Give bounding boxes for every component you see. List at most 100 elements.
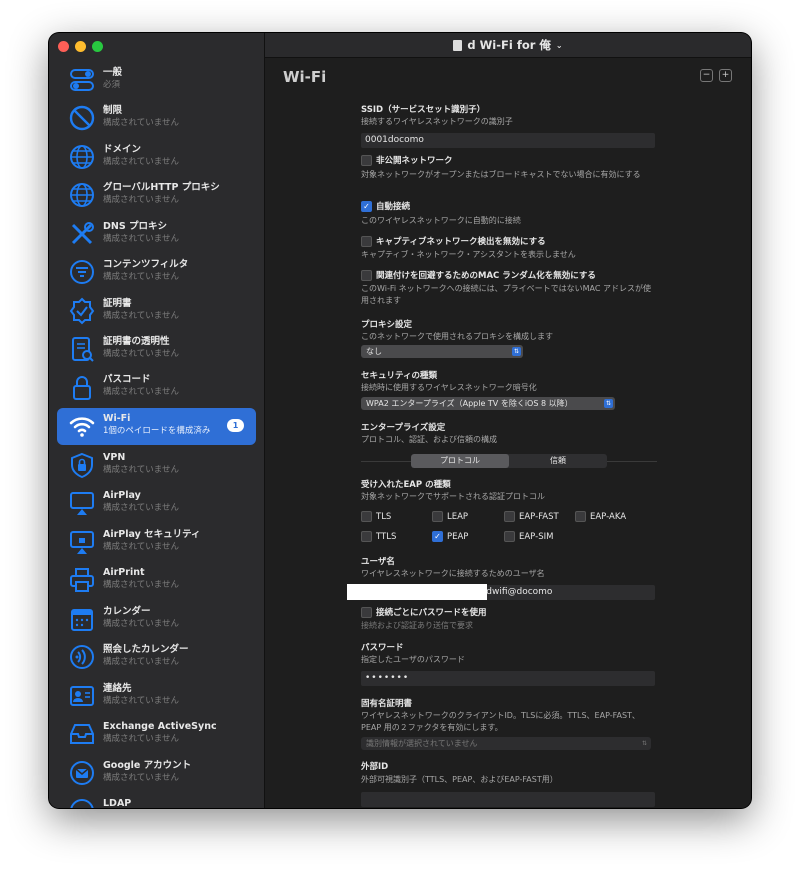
sidebar-item[interactable]: DNS プロキシ 構成されていません bbox=[57, 216, 256, 253]
hidden-network-desc: 対象ネットワークがオープンまたはブロードキャストでない場合に有効にする bbox=[361, 170, 641, 179]
title-bar[interactable]: d Wi-Fi for 俺 ⌄ bbox=[265, 33, 751, 58]
sidebar-item-subtitle: 構成されていません bbox=[103, 465, 179, 475]
sidebar-item[interactable]: 証明書の透明性 構成されていません bbox=[57, 331, 256, 368]
password-field[interactable]: ••••••• bbox=[361, 671, 655, 686]
checkbox-box[interactable] bbox=[361, 235, 372, 247]
proxy-popup[interactable]: なし ⇅ bbox=[361, 345, 523, 358]
sidebar-item[interactable]: グローバルHTTP プロキシ 構成されていません bbox=[57, 177, 256, 214]
per-connection-password-checkbox[interactable]: 接続ごとにパスワードを使用 bbox=[361, 606, 487, 618]
tab-trust[interactable]: 信頼 bbox=[509, 454, 607, 468]
sidebar-item-subtitle: 1個のペイロードを構成済み bbox=[103, 426, 211, 436]
eap-leap-checkbox[interactable]: LEAP bbox=[432, 511, 468, 522]
security-value: WPA2 エンタープライズ（Apple TV を除くiOS 8 以降） bbox=[366, 399, 573, 408]
sidebar-item-text: ドメイン 構成されていません bbox=[103, 143, 179, 169]
captive-checkbox[interactable]: キャプティブネットワーク検出を無効にする bbox=[361, 235, 546, 247]
username-desc: ワイヤレスネットワークに接続するためのユーザ名 bbox=[361, 569, 545, 578]
checkbox-box[interactable] bbox=[361, 511, 372, 522]
minimize-window-button[interactable] bbox=[75, 41, 86, 52]
checkbox-box[interactable] bbox=[361, 269, 372, 281]
eap-sim-label: EAP-SIM bbox=[519, 531, 554, 542]
sidebar-item[interactable]: ドメイン 構成されていません bbox=[57, 139, 256, 176]
sidebar-item-title: パスコード bbox=[103, 374, 151, 385]
sidebar-item[interactable]: Exchange ActiveSync 構成されていません bbox=[57, 716, 256, 753]
airplay-icon bbox=[67, 488, 97, 518]
mac-random-checkbox[interactable]: 関連付けを回避するためのMAC ランダム化を無効にする bbox=[361, 269, 596, 281]
security-label: セキュリティの種類 bbox=[361, 371, 437, 381]
sidebar-item-text: 連絡先 構成されていません bbox=[103, 682, 179, 708]
window-title: d Wi-Fi for 俺 bbox=[467, 38, 551, 52]
sidebar-item-subtitle: 構成されていません bbox=[103, 542, 179, 552]
enterprise-desc: プロトコル、認証、および信頼の構成 bbox=[361, 435, 497, 444]
hidden-network-checkbox[interactable]: 非公開ネットワーク bbox=[361, 154, 453, 166]
sidebar-item[interactable]: 一般 必須 bbox=[57, 62, 256, 99]
tools-icon bbox=[67, 219, 97, 249]
google-mail-icon bbox=[67, 758, 97, 788]
sidebar-item[interactable]: 制限 構成されていません bbox=[57, 100, 256, 137]
sidebar-item[interactable]: 照会したカレンダー 構成されていません bbox=[57, 639, 256, 676]
checkbox-box[interactable] bbox=[504, 531, 515, 542]
eap-aka-label: EAP-AKA bbox=[590, 511, 627, 522]
app-window: 一般 必須 制限 構成されていません ドメイン 構成されていません グローバルHTTP プロ… bbox=[49, 33, 751, 808]
eap-tls-checkbox[interactable]: TLS bbox=[361, 511, 391, 522]
sidebar-item-title: AirPlay bbox=[103, 490, 141, 501]
eap-aka-checkbox[interactable]: EAP-AKA bbox=[575, 511, 626, 522]
sidebar-item-text: コンテンツフィルタ 構成されていません bbox=[103, 258, 188, 284]
checkbox-box[interactable]: ✓ bbox=[361, 200, 372, 212]
eap-tls-label: TLS bbox=[376, 511, 392, 522]
outer-identity-label: 外部ID bbox=[361, 762, 389, 772]
sidebar-item-text: 一般 必須 bbox=[103, 66, 122, 92]
sidebar-item[interactable]: パスコード 構成されていません bbox=[57, 369, 256, 406]
sidebar-item[interactable]: 証明書構成されていません bbox=[57, 293, 256, 330]
security-popup[interactable]: WPA2 エンタープライズ（Apple TV を除くiOS 8 以降） ⇅ bbox=[361, 397, 615, 410]
sidebar-item[interactable]: カレンダー 構成されていません bbox=[57, 601, 256, 638]
checkbox-box[interactable]: ✓ bbox=[432, 531, 443, 542]
sidebar-item-title: 制限 bbox=[103, 105, 123, 116]
ssid-field[interactable]: 0001docomo bbox=[361, 133, 655, 148]
sidebar-item[interactable]: AirPlay セキュリティ 構成されていません bbox=[57, 524, 256, 561]
sidebar-item[interactable]: Wi-Fi 1個のペイロードを構成済み 1 bbox=[57, 408, 256, 445]
zoom-window-button[interactable] bbox=[92, 41, 103, 52]
sidebar-item-subtitle: 構成されていません bbox=[103, 311, 179, 321]
eap-ttls-checkbox[interactable]: TTLS bbox=[361, 531, 396, 542]
eap-sim-checkbox[interactable]: EAP-SIM bbox=[504, 531, 553, 542]
eap-peap-checkbox[interactable]: ✓ PEAP bbox=[432, 531, 468, 542]
checkbox-box[interactable] bbox=[504, 511, 515, 522]
sidebar-item[interactable]: VPN 構成されていません bbox=[57, 447, 256, 484]
sidebar-item[interactable]: 連絡先 構成されていません bbox=[57, 678, 256, 715]
auto-join-label: 自動接続 bbox=[376, 202, 411, 212]
eap-fast-checkbox[interactable]: EAP-FAST bbox=[504, 511, 559, 522]
filter-icon bbox=[67, 257, 97, 287]
remove-payload-button[interactable]: − bbox=[700, 69, 713, 82]
sidebar-item[interactable]: AirPrint 構成されていません bbox=[57, 562, 256, 599]
proxy-value: なし bbox=[366, 347, 382, 356]
sidebar-item[interactable]: Google アカウント 構成されていません bbox=[57, 755, 256, 792]
identity-cert-popup[interactable]: 識別情報が選択されていません ⇅ bbox=[361, 737, 651, 750]
sidebar-item-title: Google アカウント bbox=[103, 760, 192, 771]
sidebar-item-text: AirPlay 構成されていません bbox=[103, 489, 179, 515]
checkbox-box[interactable] bbox=[575, 511, 586, 522]
sidebar-item-title: 照会したカレンダー bbox=[103, 644, 189, 655]
auto-join-checkbox[interactable]: ✓ 自動接続 bbox=[361, 200, 410, 212]
airplay-security-icon bbox=[67, 527, 97, 557]
sidebar-item[interactable]: AirPlay 構成されていません bbox=[57, 485, 256, 522]
sidebar-item-title: カレンダー bbox=[103, 606, 151, 617]
sidebar-item-title: DNS プロキシ bbox=[103, 221, 167, 232]
tab-protocol[interactable]: プロトコル bbox=[411, 454, 509, 468]
checkbox-box[interactable] bbox=[361, 531, 372, 542]
sidebar-item[interactable]: コンテンツフィルタ 構成されていません bbox=[57, 254, 256, 291]
mac-random-desc: このWi-Fi ネットワークへの接続には、プライベートではないMAC アドレスが… bbox=[361, 284, 651, 305]
add-payload-button[interactable]: + bbox=[719, 69, 732, 82]
outer-identity-field[interactable] bbox=[361, 792, 655, 807]
checkbox-box[interactable] bbox=[361, 154, 372, 166]
checkbox-box[interactable] bbox=[361, 606, 372, 618]
sidebar-item-title: 証明書 bbox=[103, 298, 132, 309]
main-pane: Wi-Fi − + SSID（サービスセット識別子） 接続するワイヤレスネットワ… bbox=[266, 59, 751, 808]
checkbox-box[interactable] bbox=[432, 511, 443, 522]
auto-join-desc: このワイヤレスネットワークに自動的に接続 bbox=[361, 216, 521, 225]
chevron-down-icon[interactable]: ⌄ bbox=[556, 41, 563, 50]
sidebar-item[interactable]: LDAP bbox=[57, 793, 256, 808]
eap-fast-label: EAP-FAST bbox=[519, 511, 559, 522]
ssid-desc: 接続するワイヤレスネットワークの識別子 bbox=[361, 117, 513, 126]
sidebar-item-text: パスコード 構成されていません bbox=[103, 373, 179, 399]
close-window-button[interactable] bbox=[58, 41, 69, 52]
